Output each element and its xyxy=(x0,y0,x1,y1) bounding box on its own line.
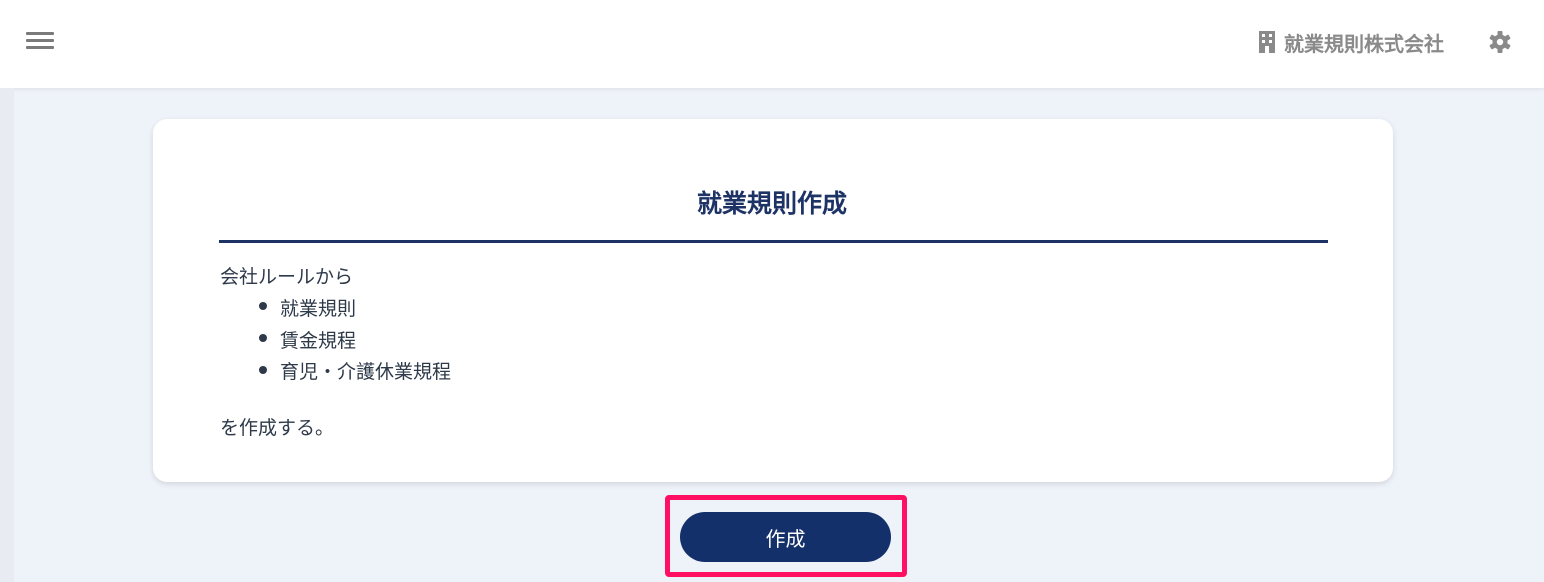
left-edge-strip xyxy=(0,88,14,582)
hamburger-menu-icon[interactable] xyxy=(22,28,58,54)
gear-icon[interactable] xyxy=(1487,29,1513,55)
bullet-icon xyxy=(259,366,267,374)
list-item: 育児・介護休業規程 xyxy=(280,361,452,383)
company-indicator: 就業規則株式会社 xyxy=(1258,28,1444,56)
list-item: 就業規則 xyxy=(280,298,357,320)
bullet-icon xyxy=(259,334,267,342)
create-button[interactable]: 作成 xyxy=(680,512,891,562)
page-title: 就業規則作成 xyxy=(696,189,847,218)
building-icon xyxy=(1259,31,1275,53)
company-name: 就業規則株式会社 xyxy=(1284,31,1444,56)
bullet-icon xyxy=(259,302,267,310)
list-item: 賃金規程 xyxy=(280,330,357,352)
title-divider xyxy=(219,240,1328,243)
outro-text: を作成する。 xyxy=(220,417,335,439)
top-app-bar: 就業規則株式会社 xyxy=(0,0,1544,88)
intro-text: 会社ルールから xyxy=(220,266,354,288)
